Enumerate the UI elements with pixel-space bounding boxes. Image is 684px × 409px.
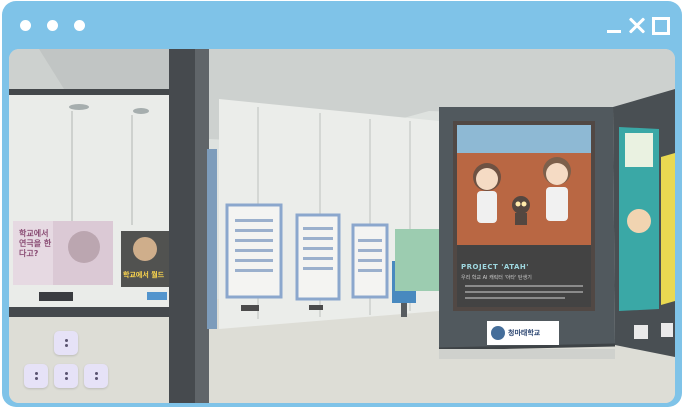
move-left-button[interactable] <box>24 364 48 388</box>
left-poster-2-text: 학교에서 월드 <box>123 271 165 279</box>
main-poster-heading: PROJECT 'ATAH' <box>461 263 529 271</box>
move-right-button[interactable] <box>84 364 108 388</box>
move-down-button[interactable] <box>54 364 78 388</box>
org-label: 청마태학교 <box>508 329 541 337</box>
down-key-icon <box>64 372 68 375</box>
up-key-icon <box>64 339 68 342</box>
maximize-icon[interactable] <box>652 17 670 35</box>
close-icon[interactable] <box>628 17 646 35</box>
window-controls <box>606 17 670 35</box>
window-dots <box>20 20 85 31</box>
app-window: 학교에서 연극을 한다고? 학교에서 월드 PROJECT 'ATAH' 우리 … <box>2 1 682 407</box>
main-poster-subheading: 우리 학교 AI 캐릭터 '아타' 탄생기 <box>461 275 532 281</box>
movement-dpad <box>19 331 113 393</box>
move-up-button[interactable] <box>54 331 78 355</box>
dot-icon <box>74 20 85 31</box>
virtual-gallery-viewport[interactable]: 학교에서 연극을 한다고? 학교에서 월드 PROJECT 'ATAH' 우리 … <box>9 49 675 403</box>
left-poster-1-text: 학교에서 연극을 한다고? <box>19 229 52 258</box>
right-key-icon <box>94 372 98 375</box>
dot-icon <box>20 20 31 31</box>
minimize-icon[interactable] <box>606 17 622 35</box>
title-bar <box>2 1 682 49</box>
dot-icon <box>47 20 58 31</box>
left-key-icon <box>34 372 38 375</box>
